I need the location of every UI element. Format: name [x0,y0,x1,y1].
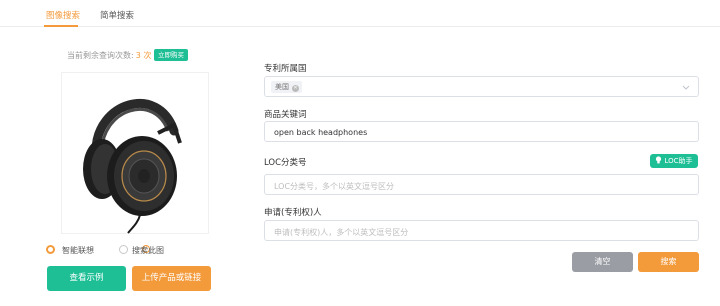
active-tab-indicator [44,25,78,27]
keywords-value: open back headphones [274,128,368,137]
keywords-input[interactable]: open back headphones [264,121,699,142]
loc-label: LOC分类号 [264,158,307,168]
applicant-input[interactable]: 申请(专利权)人，多个以英文逗号区分 [264,220,699,241]
search-button[interactable]: 搜索 [638,252,699,272]
keywords-label: 商品关键词 [264,110,307,120]
query-quota: 当前剩余查询次数: 3 次 [67,50,151,61]
country-select[interactable]: 美国 ✕ [264,76,699,97]
loc-helper-button[interactable]: LOC助手 [650,154,698,168]
search-mode-tabs: 图像搜索 简单搜索 [0,0,720,27]
chevron-down-icon[interactable] [681,82,691,92]
quota-count: 3 次 [135,51,152,60]
view-example-button[interactable]: 查看示例 [47,266,126,291]
headphones-image [83,99,182,234]
label-search-this-image: 搜索此图 [132,246,164,255]
image-preview[interactable] [61,72,209,234]
bulb-icon [656,156,662,164]
country-tag-label: 美国 [275,83,289,91]
loc-placeholder: LOC分类号，多个以英文逗号区分 [274,182,395,191]
tab-simple-search[interactable]: 简单搜索 [100,9,134,21]
loc-helper-label: LOC助手 [664,157,693,165]
label-smart-association: 智能联想 [62,246,94,255]
loc-input[interactable]: LOC分类号，多个以英文逗号区分 [264,174,699,195]
applicant-placeholder: 申请(专利权)人，多个以英文逗号区分 [274,228,409,237]
tab-image-search[interactable]: 图像搜索 [46,9,80,21]
country-tag: 美国 ✕ [271,81,302,93]
buy-now-button[interactable]: 立即购买 [154,49,188,61]
radio-search-this-image[interactable] [119,245,128,254]
applicant-label: 申请(专利权)人 [264,208,322,218]
quota-label: 当前剩余查询次数: [67,51,134,60]
country-label: 专利所属国 [264,64,307,74]
radio-smart-association[interactable] [46,245,55,254]
close-icon[interactable]: ✕ [292,85,299,92]
clear-button[interactable]: 清空 [572,252,633,272]
search-options: 智能联想 ? 搜索此图 [46,244,226,256]
upload-product-button[interactable]: 上传产品或链接 [132,266,211,291]
